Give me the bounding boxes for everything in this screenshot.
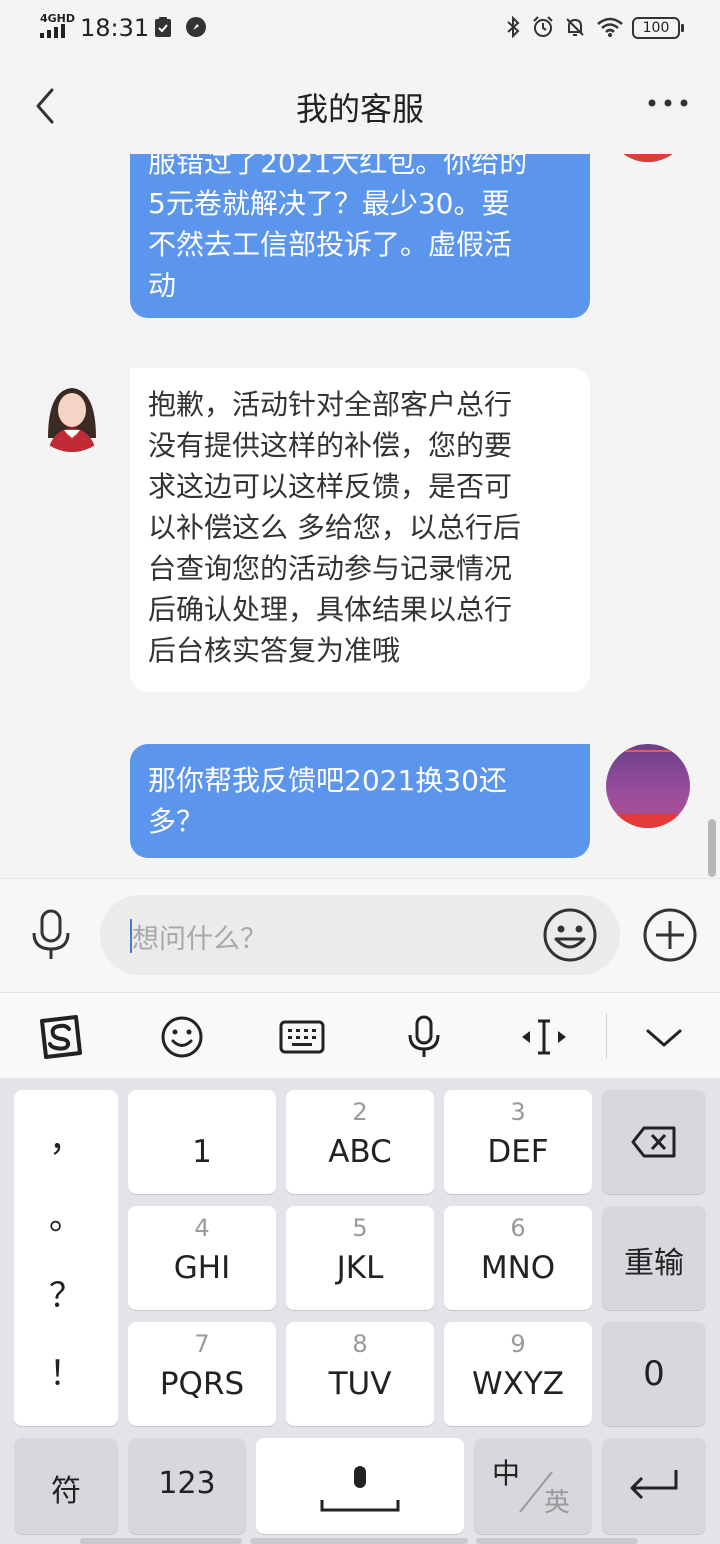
chat-area[interactable]: 服错过了2021大红包。你给的 5元卷就解决了？最少30。要 不然去工信部投诉了…	[0, 154, 720, 878]
key-def[interactable]: 3 DEF	[444, 1090, 592, 1194]
keyboard-layout-icon[interactable]	[278, 1013, 326, 1061]
message-line: 多？	[148, 805, 205, 838]
backspace-key[interactable]	[602, 1090, 706, 1194]
key-mno[interactable]: 6 MNO	[444, 1206, 592, 1310]
voice-input-icon[interactable]	[28, 909, 74, 961]
emoji-keyboard-icon[interactable]	[158, 1013, 206, 1061]
keyboard-toolbar	[0, 992, 720, 1078]
slash-divider-icon	[519, 1471, 553, 1513]
gesture-bar-center	[250, 1538, 468, 1544]
page-title: 我的客服	[295, 90, 424, 128]
sogou-logo-icon[interactable]	[36, 1013, 84, 1061]
mute-bell-icon	[566, 18, 584, 36]
message-line: 不然去工信部投诉了。虚假活	[148, 228, 513, 261]
message-line: 服错过了2021大红包。你给的	[148, 154, 528, 179]
key-period[interactable]: 。	[14, 1190, 118, 1239]
punctuation-column[interactable]: ， 。 ？ ！	[14, 1090, 118, 1426]
user-avatar[interactable]	[606, 154, 690, 162]
outgoing-message[interactable]: 那你帮我反馈吧2021换30还 多？	[130, 744, 590, 858]
status-bar: 4GHD 18:31 100	[0, 0, 720, 58]
gesture-bar-right	[476, 1538, 638, 1544]
nav-bar: 我的客服	[0, 58, 720, 154]
language-toggle-key[interactable]: 中 英	[474, 1438, 592, 1534]
lang-en-label: 英	[544, 1488, 571, 1518]
message-line: 那你帮我反馈吧2021换30还	[148, 764, 507, 797]
message-line: 后台核实答复为准哦	[148, 634, 401, 667]
message-line: 后确认处理，具体结果以总行	[148, 593, 513, 626]
key-ghi[interactable]: 4 GHI	[128, 1206, 276, 1310]
message-input-bar: 想问什么？	[0, 878, 720, 992]
bluetooth-icon	[507, 16, 520, 38]
scrollbar-thumb[interactable]	[708, 819, 716, 877]
key-abc[interactable]: 2 ABC	[286, 1090, 434, 1194]
wifi-icon	[597, 17, 623, 37]
add-attachment-icon[interactable]	[642, 907, 698, 963]
keyboard: ， 。 ？ ！ 1 2 ABC 3 DEF 4 GHI 5 JKL 6 MNO …	[0, 1078, 720, 1544]
space-mic-icon	[320, 1466, 400, 1512]
gesture-bar-left	[80, 1538, 242, 1544]
space-key[interactable]	[256, 1438, 464, 1534]
message-line: 抱歉，活动针对全部客户总行	[148, 388, 513, 421]
agent-avatar[interactable]	[30, 368, 114, 452]
more-options-icon[interactable]	[648, 88, 688, 118]
message-line: 求这边可以这样反馈，是否可	[148, 470, 513, 503]
numbers-key[interactable]: 123	[128, 1438, 246, 1534]
message-line: 动	[148, 269, 177, 302]
clock: 18:31	[80, 14, 150, 42]
symbols-key[interactable]: 符	[14, 1438, 118, 1534]
key-exclaim[interactable]: ！	[14, 1346, 118, 1395]
enter-key[interactable]	[602, 1438, 706, 1534]
input-placeholder: 想问什么？	[132, 924, 267, 955]
message-line: 没有提供这样的补偿，您的要	[148, 429, 513, 462]
agent-portrait-icon	[30, 368, 114, 452]
message-line: 5元卷就解决了？最少30。要	[148, 187, 510, 220]
key-jkl[interactable]: 5 JKL	[286, 1206, 434, 1310]
voice-keyboard-icon[interactable]	[400, 1013, 448, 1061]
message-line: 以补偿这么 多给您，以总行后	[148, 511, 521, 544]
toolbar-divider	[606, 1013, 607, 1059]
compass-icon	[186, 17, 206, 37]
emoji-icon[interactable]	[542, 907, 598, 963]
backspace-icon	[631, 1126, 676, 1158]
key-wxyz[interactable]: 9 WXYZ	[444, 1322, 592, 1426]
user-avatar[interactable]	[606, 744, 690, 828]
signal-icon	[40, 24, 65, 38]
reenter-key[interactable]: 重输	[602, 1206, 706, 1310]
battery-indicator: 100	[632, 17, 684, 39]
key-comma[interactable]: ，	[14, 1112, 118, 1161]
key-1[interactable]: 1	[128, 1090, 276, 1194]
enter-arrow-icon	[630, 1470, 678, 1500]
incoming-message[interactable]: 抱歉，活动针对全部客户总行 没有提供这样的补偿，您的要 求这边可以这样反馈，是否…	[130, 368, 590, 692]
message-line: 台查询您的活动参与记录情况	[148, 552, 513, 585]
hide-keyboard-chevron-icon[interactable]	[640, 1013, 688, 1061]
key-tuv[interactable]: 8 TUV	[286, 1322, 434, 1426]
outgoing-message[interactable]: 服错过了2021大红包。你给的 5元卷就解决了？最少30。要 不然去工信部投诉了…	[130, 154, 590, 318]
key-question[interactable]: ？	[14, 1268, 118, 1317]
cursor-move-icon[interactable]	[520, 1013, 568, 1061]
key-zero[interactable]: 0	[602, 1322, 706, 1426]
alarm-icon	[533, 16, 553, 37]
key-pqrs[interactable]: 7 PQRS	[128, 1322, 276, 1426]
clipboard-check-icon	[155, 17, 171, 37]
